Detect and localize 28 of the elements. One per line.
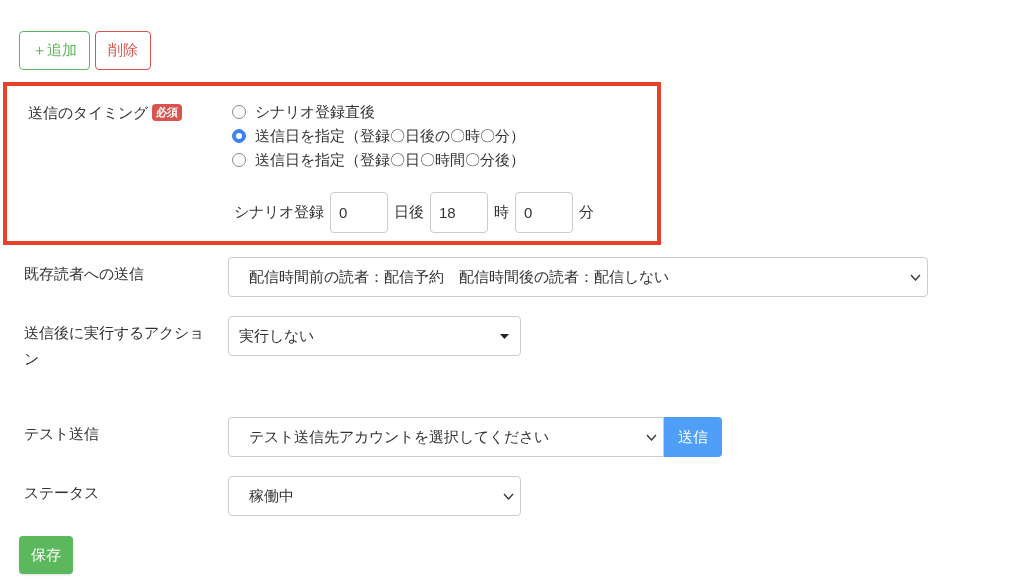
field-label: 送信後に実行するアクション	[23, 323, 205, 369]
radio-button[interactable]	[232, 129, 246, 143]
field-label: ステータス	[23, 483, 100, 503]
unit-label: 時	[493, 202, 510, 223]
radio-option[interactable]: シナリオ登録直後	[232, 100, 596, 124]
delete-button[interactable]: 削除	[95, 31, 151, 70]
radio-button[interactable]	[232, 153, 246, 167]
radio-option[interactable]: 送信日を指定（登録〇日〇時間〇分後）	[232, 148, 596, 172]
field-label: テスト送信	[23, 424, 100, 444]
field-label: 送信のタイミング	[28, 103, 148, 123]
number-input[interactable]: 0	[330, 192, 388, 233]
number-input[interactable]: 18	[430, 192, 488, 233]
chevron-down-icon	[910, 273, 921, 281]
unit-label: 日後	[393, 202, 425, 223]
number-input[interactable]: 0	[515, 192, 573, 233]
radio-button[interactable]	[232, 105, 246, 119]
unit-label: 分	[578, 202, 595, 223]
radio-option[interactable]: 送信日を指定（登録〇日後の〇時〇分）	[232, 124, 596, 148]
chevron-down-icon	[503, 492, 514, 500]
required-badge: 必須	[152, 104, 182, 121]
select-field[interactable]: 配信時間前の読者：配信予約 配信時間後の読者：配信しない	[228, 257, 928, 297]
select-field[interactable]: 稼働中	[228, 476, 521, 516]
chevron-down-icon	[646, 433, 657, 441]
unit-label: シナリオ登録	[233, 202, 325, 223]
dropdown[interactable]: 実行しない	[228, 316, 521, 356]
select-field[interactable]: テスト送信先アカウントを選択してください	[228, 417, 664, 457]
field-label: 既存読者への送信	[23, 264, 145, 284]
caret-icon	[499, 332, 510, 340]
